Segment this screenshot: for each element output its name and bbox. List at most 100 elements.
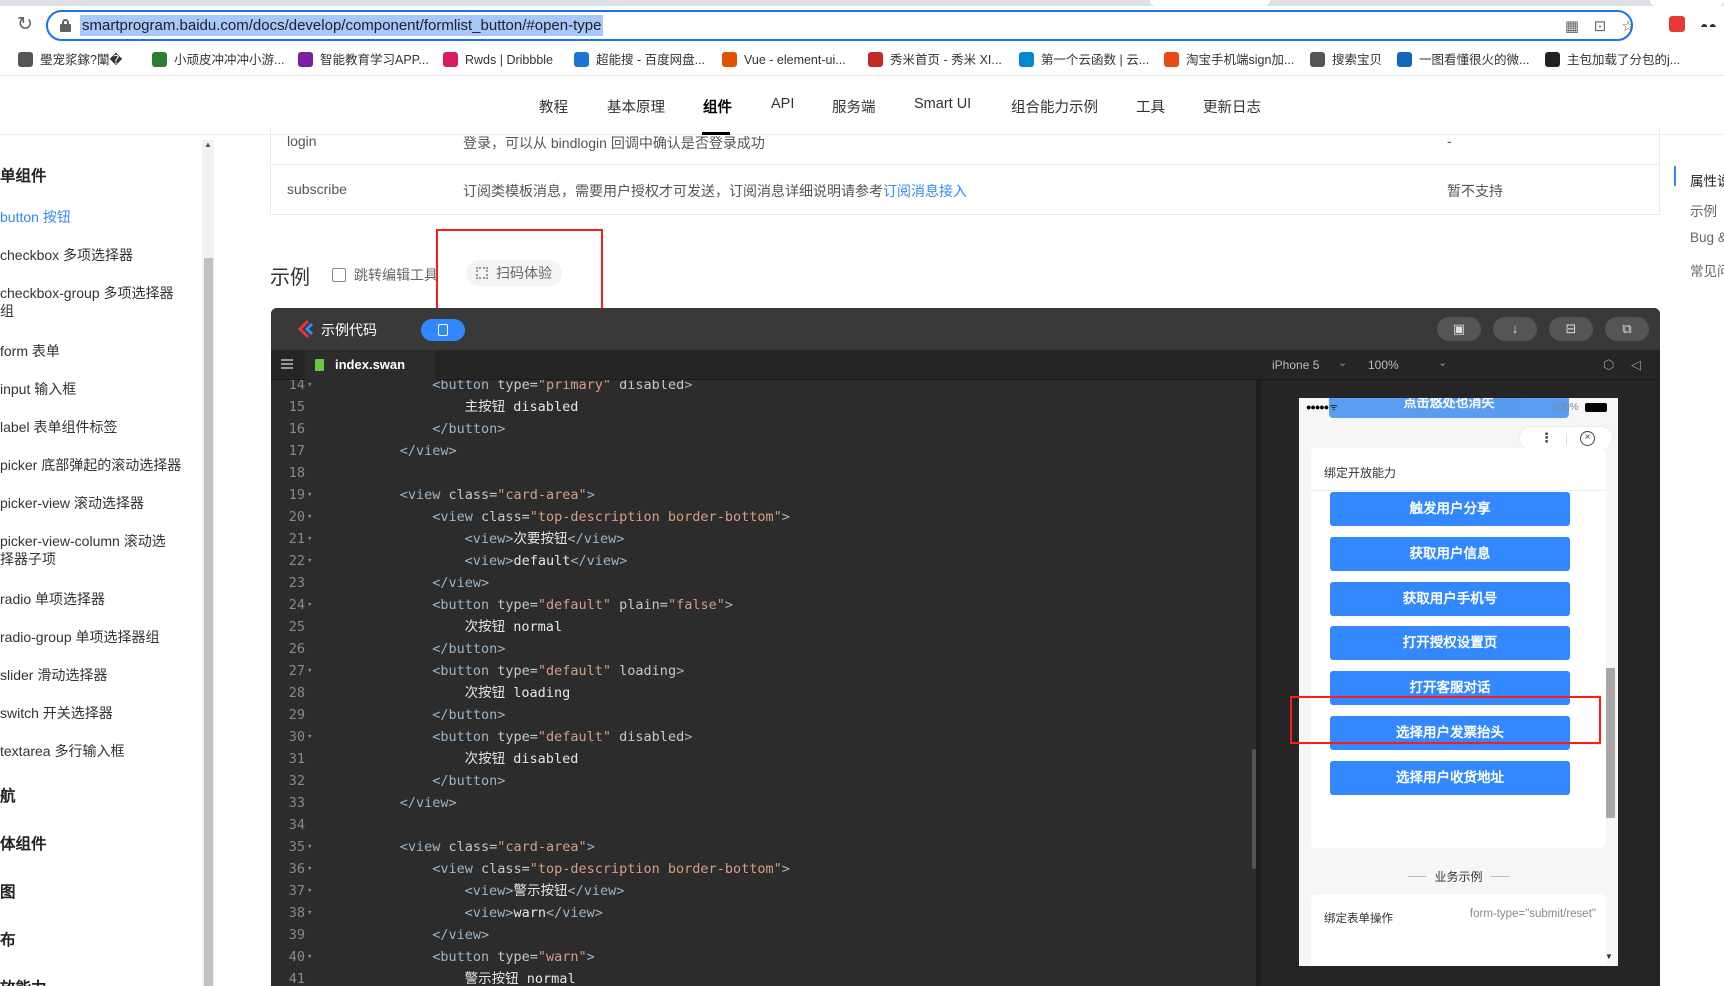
preview-toggle[interactable] xyxy=(421,319,465,341)
cube-icon[interactable]: ⬡ xyxy=(1603,357,1614,373)
fold-arrow-icon[interactable]: ▾ xyxy=(307,528,312,550)
fold-arrow-icon[interactable]: ▾ xyxy=(307,506,312,528)
nav-item[interactable]: 基本原理 xyxy=(607,96,665,117)
nav-item[interactable]: Smart UI xyxy=(914,96,971,112)
sidebar-scroll-thumb[interactable] xyxy=(204,258,213,986)
sidebar-item[interactable]: picker-view-column 滚动选 xyxy=(0,532,166,551)
fold-arrow-icon[interactable]: ▾ xyxy=(307,484,312,506)
fold-arrow-icon[interactable]: ▾ xyxy=(307,880,312,902)
open-ability-button[interactable]: 选择用户收货地址 xyxy=(1330,761,1570,795)
line-number: 24 xyxy=(288,597,305,613)
sidebar-item[interactable]: radio-group 单项选择器组 xyxy=(0,628,160,647)
fold-arrow-icon[interactable]: ▾ xyxy=(307,836,312,858)
sidebar-item[interactable]: slider 滑动选择器 xyxy=(0,666,107,685)
toc-item[interactable]: 示例 xyxy=(1690,200,1717,220)
url-text[interactable]: smartprogram.baidu.com/docs/develop/comp… xyxy=(80,15,604,36)
nav-item[interactable]: 组件 xyxy=(703,96,732,117)
file-tree-menu-icon[interactable] xyxy=(281,359,293,369)
file-tab[interactable]: index.swan xyxy=(305,350,435,380)
sidebar-item[interactable]: switch 开关选择器 xyxy=(0,704,113,723)
tab[interactable] xyxy=(1650,0,1724,6)
toc-item[interactable]: 常见问 xyxy=(1690,260,1724,280)
fold-arrow-icon[interactable]: ▾ xyxy=(307,660,312,682)
sidebar-group-title[interactable]: 图 xyxy=(0,880,16,902)
sidebar-item[interactable]: textarea 多行输入框 xyxy=(0,742,124,761)
bookmark-item[interactable]: 秀米首页 - 秀米 XI... xyxy=(868,49,1002,71)
extension-icon[interactable] xyxy=(1669,16,1685,32)
bookmark-item[interactable]: 智能教育学习APP... xyxy=(298,49,429,71)
open-ability-button[interactable]: 触发用户分享 xyxy=(1330,492,1570,526)
device-select[interactable]: iPhone 5 xyxy=(1272,358,1319,372)
bookmark-item[interactable]: 超能搜 - 百度网盘... xyxy=(574,49,705,71)
bookmark-item[interactable]: 淘宝手机端sign加... xyxy=(1164,49,1294,71)
more-icon[interactable]: ⋮ xyxy=(1540,430,1553,446)
chevron-down-icon[interactable]: ⌄ xyxy=(1438,356,1447,369)
phone-scrollbar[interactable] xyxy=(1606,668,1615,818)
sidebar-item[interactable]: form 表单 xyxy=(0,342,60,361)
sidebar-group-title[interactable]: 航 xyxy=(0,784,16,806)
fold-arrow-icon[interactable]: ▾ xyxy=(307,858,312,880)
qr-code-icon[interactable]: ▦ xyxy=(1562,17,1582,37)
sidebar-item[interactable]: radio 单项选择器 xyxy=(0,590,105,609)
close-icon[interactable]: × xyxy=(1580,431,1595,446)
translate-icon[interactable]: ⊡ xyxy=(1590,17,1610,37)
sidebar-item[interactable]: checkbox 多项选择器 xyxy=(0,246,133,265)
sidebar-item[interactable]: picker-view 滚动选择器 xyxy=(0,494,144,513)
sidebar-group-title[interactable]: 体组件 xyxy=(0,832,47,854)
lock-icon[interactable] xyxy=(60,19,71,32)
bookmark-item[interactable]: Rwds | Dribbble xyxy=(443,49,553,71)
bookmark-star-icon[interactable]: ☆ xyxy=(1618,17,1638,37)
sidebar-item[interactable]: input 输入框 xyxy=(0,380,76,399)
bookmark-item[interactable]: 第一个云函数 | 云... xyxy=(1019,49,1149,71)
bookmark-item[interactable]: Vue - element-ui... xyxy=(722,49,846,71)
code-text: <view class="card-area"> xyxy=(399,487,595,503)
sidebar-item[interactable]: picker 底部弹起的滚动选择器 xyxy=(0,456,181,475)
address-bar[interactable]: smartprogram.baidu.com/docs/develop/comp… xyxy=(46,10,1635,41)
open-ability-button[interactable]: 获取用户手机号 xyxy=(1330,582,1570,616)
zoom-select[interactable]: 100% xyxy=(1368,358,1399,372)
sidebar-group-title[interactable]: 放能力 xyxy=(0,976,47,986)
open-ability-button[interactable]: 打开授权设置页 xyxy=(1330,626,1570,660)
scroll-down-arrow-icon[interactable]: ▼ xyxy=(1605,952,1613,961)
nav-item[interactable]: 组合能力示例 xyxy=(1011,96,1098,117)
fold-arrow-icon[interactable]: ▾ xyxy=(307,594,312,616)
bookmark-item[interactable]: 主包加载了分包的j... xyxy=(1545,49,1680,71)
sidebar-item[interactable]: checkbox-group 多项选择器 xyxy=(0,284,174,303)
nav-item[interactable]: 更新日志 xyxy=(1203,96,1261,117)
sidebar-group-title[interactable]: 布 xyxy=(0,928,16,950)
code-editor[interactable]: 14 ▾ <button type="primary" disabled> 15 主按钮… xyxy=(271,380,1256,986)
tab[interactable] xyxy=(1150,0,1270,6)
incognito-icon[interactable]: ◓◓ xyxy=(1700,18,1717,34)
bookmark-item[interactable]: 璺宠浆鎵?闈� xyxy=(18,49,122,71)
reload-icon[interactable]: ↻ xyxy=(14,14,36,36)
sidebar-item[interactable]: 组 xyxy=(0,302,14,321)
bookmark-item[interactable]: 小顽皮冲冲冲小游... xyxy=(152,49,284,71)
download-icon[interactable]: ↓ xyxy=(1493,317,1537,341)
nav-item[interactable]: 工具 xyxy=(1136,96,1165,117)
fold-arrow-icon[interactable]: ▾ xyxy=(307,902,312,924)
scroll-up-arrow-icon[interactable]: ▲ xyxy=(204,140,212,149)
line-number: 32 xyxy=(288,773,305,789)
nav-item[interactable]: 教程 xyxy=(539,96,568,117)
bookmark-item[interactable]: 一图看懂很火的微... xyxy=(1397,49,1529,71)
toc-item[interactable]: Bug & xyxy=(1690,230,1724,245)
open-ability-button[interactable]: 获取用户信息 xyxy=(1330,537,1570,571)
nav-item[interactable]: API xyxy=(771,96,794,112)
fold-arrow-icon[interactable]: ▾ xyxy=(307,946,312,968)
sidebar-item[interactable]: label 表单组件标签 xyxy=(0,418,117,437)
sidebar-item[interactable]: 择器子项 xyxy=(0,550,56,569)
chevron-down-icon[interactable]: ⌄ xyxy=(1338,356,1347,369)
toc-item[interactable]: 属性说 xyxy=(1690,170,1724,190)
fold-arrow-icon[interactable]: ▾ xyxy=(307,726,312,748)
fold-arrow-icon[interactable]: ▾ xyxy=(307,380,312,396)
save-icon[interactable]: ▣ xyxy=(1437,317,1481,341)
fold-arrow-icon[interactable]: ▾ xyxy=(307,550,312,572)
sound-icon[interactable]: ◁ xyxy=(1631,357,1641,373)
qr-preview-icon[interactable]: ⊟ xyxy=(1549,317,1593,341)
subscribe-doc-link[interactable]: 订阅消息接入 xyxy=(883,183,967,199)
open-external-icon[interactable]: ⧉ xyxy=(1605,317,1649,341)
nav-item[interactable]: 服务端 xyxy=(832,96,876,117)
jump-editor-link[interactable]: 跳转编辑工具 xyxy=(332,265,438,285)
bookmark-item[interactable]: 搜索宝贝 xyxy=(1310,49,1382,71)
sidebar-item[interactable]: button 按钮 xyxy=(0,208,71,227)
